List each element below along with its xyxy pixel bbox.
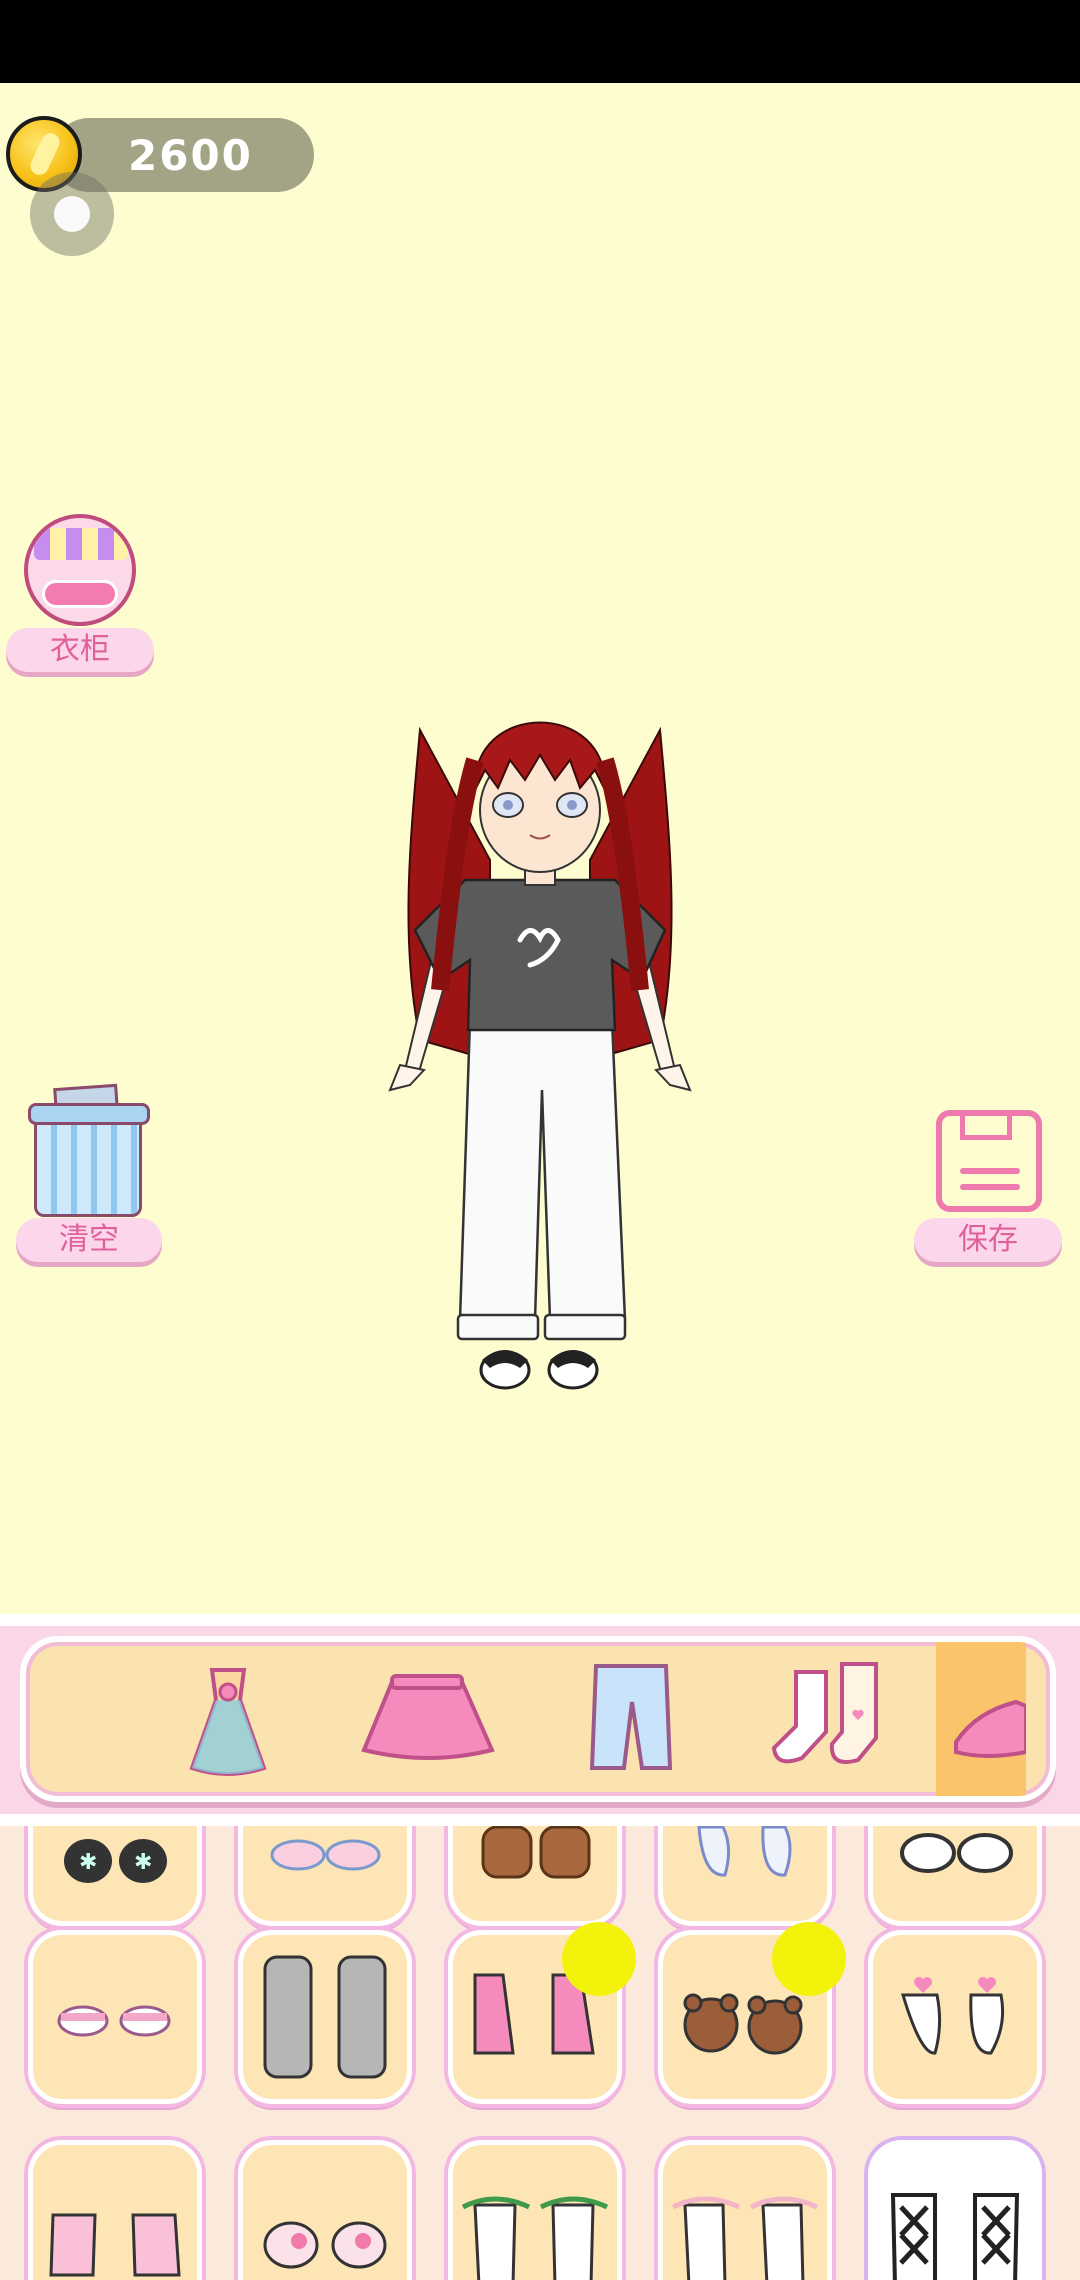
floating-menu-button[interactable] [30, 172, 114, 256]
item-tile[interactable] [448, 1826, 622, 1926]
socks-icon [771, 1662, 878, 1764]
item-tile[interactable] [658, 1826, 832, 1926]
clear-label: 清空 [16, 1218, 162, 1262]
blue-pink-shoes-icon [270, 1839, 381, 1871]
coin-value: 2600 [128, 131, 253, 180]
grey-tall-boots-icon [263, 1955, 387, 2079]
status-bar [0, 0, 1080, 83]
item-tile[interactable] [868, 1826, 1042, 1926]
wardrobe-label: 衣柜 [6, 628, 154, 672]
category-pants[interactable] [546, 1642, 716, 1796]
skirt-icon [361, 1674, 495, 1760]
category-skirt[interactable] [344, 1642, 514, 1796]
save-label: 保存 [914, 1218, 1062, 1262]
trash-lid-icon [28, 1103, 150, 1125]
white-heels-icon [697, 1826, 792, 1877]
new-item-badge [772, 1922, 846, 1996]
item-tile[interactable] [238, 1826, 412, 1926]
items-grid: ✱ ✱ [0, 1826, 1080, 2280]
ribbon-sneakers-icon [671, 2196, 819, 2280]
item-tile[interactable] [238, 1930, 412, 2104]
floppy-disk-icon [936, 1110, 1042, 1212]
dress-icon [189, 1668, 267, 1776]
brown-boots-icon [481, 1826, 591, 1879]
black-white-sneakers-icon [900, 1833, 1013, 1873]
category-dress[interactable] [144, 1642, 314, 1796]
black-high-top-sneakers-icon [890, 2193, 1020, 2280]
category-bar[interactable] [20, 1636, 1056, 1802]
shoes-icon [954, 1699, 1028, 1758]
new-item-badge [562, 1922, 636, 1996]
pants-icon [589, 1664, 673, 1770]
dress-up-character [388, 721, 692, 1390]
pink-slides-icon [57, 2005, 171, 2037]
panel-divider [0, 1614, 1080, 1626]
item-tile-selected[interactable] [868, 2140, 1042, 2280]
pink-flats-icon [263, 2221, 387, 2269]
svg-text:✱: ✱ [79, 1850, 97, 1875]
shop-stall-icon [24, 514, 136, 626]
category-shoes[interactable] [936, 1642, 1028, 1796]
category-socks[interactable] [746, 1642, 916, 1796]
items-divider [0, 1814, 1080, 1826]
item-tile[interactable] [28, 1930, 202, 2104]
item-tile[interactable] [238, 2140, 412, 2280]
item-tile[interactable]: ✱ ✱ [28, 1826, 202, 1926]
svg-text:✱: ✱ [134, 1850, 152, 1875]
pink-sandals-icon [49, 2213, 181, 2277]
item-tile[interactable] [658, 2140, 832, 2280]
item-tile[interactable] [28, 2140, 202, 2280]
trash-can-icon [34, 1125, 142, 1217]
winged-heart-sandals-icon [900, 1977, 1005, 2055]
item-tile[interactable] [868, 1930, 1042, 2104]
black-snowflake-shoes-icon: ✱ ✱ [64, 1839, 167, 1883]
green-lace-sneakers-icon [461, 2196, 609, 2280]
item-tile[interactable] [448, 2140, 622, 2280]
